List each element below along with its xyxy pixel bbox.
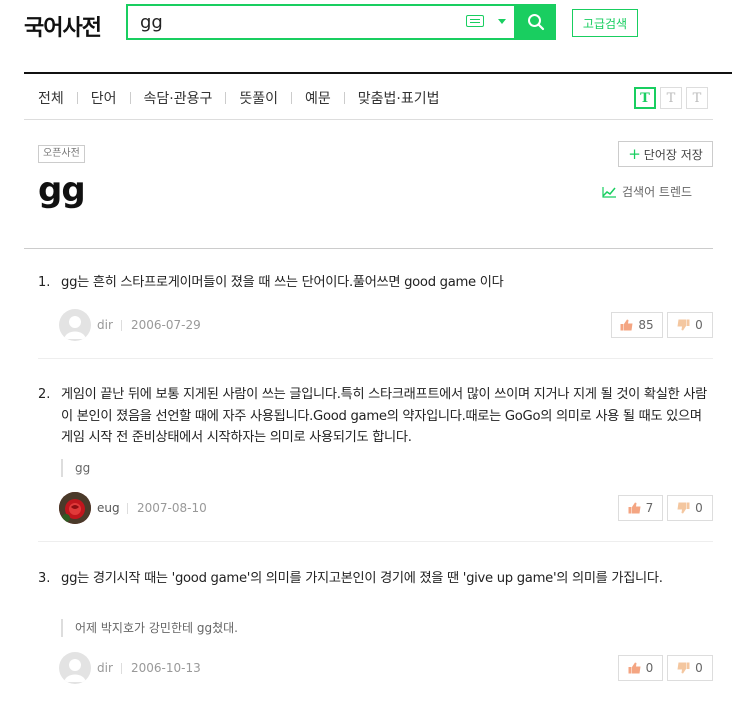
dictionary-logo[interactable]: 국어사전 [24,10,102,42]
avatar[interactable] [59,652,91,684]
trend-label: 검색어 트렌드 [622,185,693,199]
like-button[interactable]: 7 [618,495,663,521]
entry-number: 1. [38,275,51,290]
entry-date: 2006-07-29 [131,318,201,332]
word-divider [24,248,713,249]
entry-definition: gg는 흔히 스타프로게이머들이 졌을 때 쓰는 단어이다.풀어쓰면 good … [61,275,504,290]
entry-number: 3. [38,571,51,586]
search-icon [528,14,545,31]
keyboard-icon[interactable] [466,15,484,27]
search-input[interactable] [140,10,440,34]
author-name[interactable]: dir [97,661,113,675]
avatar[interactable] [59,309,91,341]
tab-separator [291,92,293,104]
header-divider [24,72,732,74]
save-label: 단어장 저장 [643,147,703,162]
entry-definition: gg는 경기시작 때는 'good game'의 의미를 가지고본인이 경기에 … [61,571,663,586]
dislike-button[interactable]: 0 [667,495,713,521]
tab-separator [129,92,131,104]
thumbs-down-icon [677,319,690,331]
author-name[interactable]: eug [97,501,120,515]
tab-separator [76,92,78,104]
dislike-button[interactable]: 0 [667,312,713,338]
dislike-count: 0 [695,661,703,675]
author-name[interactable]: dir [97,318,113,332]
tab-word[interactable]: 단어 [91,88,117,108]
dislike-count: 0 [695,318,703,332]
like-button[interactable]: 85 [611,312,663,338]
font-size-large-button[interactable]: T [686,87,708,109]
avatar[interactable] [59,492,91,524]
rose-avatar-icon [59,492,91,524]
chevron-down-icon[interactable] [498,19,506,24]
meta-separator [127,503,128,514]
search-tabs: 전체 단어 속담·관용구 뜻풀이 예문 맞춤법·표기법 [38,88,440,108]
plus-icon: + [628,145,641,163]
dislike-button[interactable]: 0 [667,655,713,681]
tab-meaning[interactable]: 뜻풀이 [239,88,278,108]
dislike-count: 0 [695,501,703,515]
font-size-medium-button[interactable]: T [660,87,682,109]
search-trend-link[interactable]: 검색어 트렌드 [602,183,692,200]
like-count: 0 [645,661,654,675]
meta-separator [121,663,122,674]
tab-spelling[interactable]: 맞춤법·표기법 [358,88,440,108]
font-size-controls: T T T [630,87,708,109]
thumbs-down-icon [677,502,690,514]
tab-all[interactable]: 전체 [38,88,64,108]
thumbs-down-icon [677,662,690,674]
search-box [126,4,516,40]
tab-example[interactable]: 예문 [305,88,331,108]
tab-separator [343,92,345,104]
entry-example: 어제 박지호가 강민한테 gg쳤대. [61,619,238,637]
source-tag: 오픈사전 [38,145,85,163]
default-user-icon [64,659,86,682]
like-count: 85 [638,318,654,332]
tabs-divider [24,119,713,120]
tab-separator [225,92,227,104]
font-size-small-button[interactable]: T [634,87,656,109]
tab-idiom[interactable]: 속담·관용구 [144,88,213,108]
entry-number: 2. [38,387,51,402]
entry-divider [38,358,713,359]
entry-example: gg [61,459,90,477]
thumbs-up-icon [620,319,633,331]
headword: gg [38,170,86,210]
like-count: 7 [645,501,654,515]
default-user-icon [64,316,86,339]
meta-separator [121,320,122,331]
trend-chart-icon [602,186,616,198]
like-button[interactable]: 0 [618,655,663,681]
advanced-search-button[interactable]: 고급검색 [572,9,638,37]
save-to-wordbook-button[interactable]: + 단어장 저장 [618,141,713,167]
thumbs-up-icon [628,502,641,514]
entry-date: 2007-08-10 [137,501,207,515]
entry-divider [38,541,713,542]
entry-definition: 게임이 끝난 뒤에 보통 지게된 사람이 쓰는 글입니다.특히 스타크래프트에서… [61,387,707,445]
entry-date: 2006-10-13 [131,661,201,675]
search-button[interactable] [516,4,556,40]
thumbs-up-icon [628,662,641,674]
